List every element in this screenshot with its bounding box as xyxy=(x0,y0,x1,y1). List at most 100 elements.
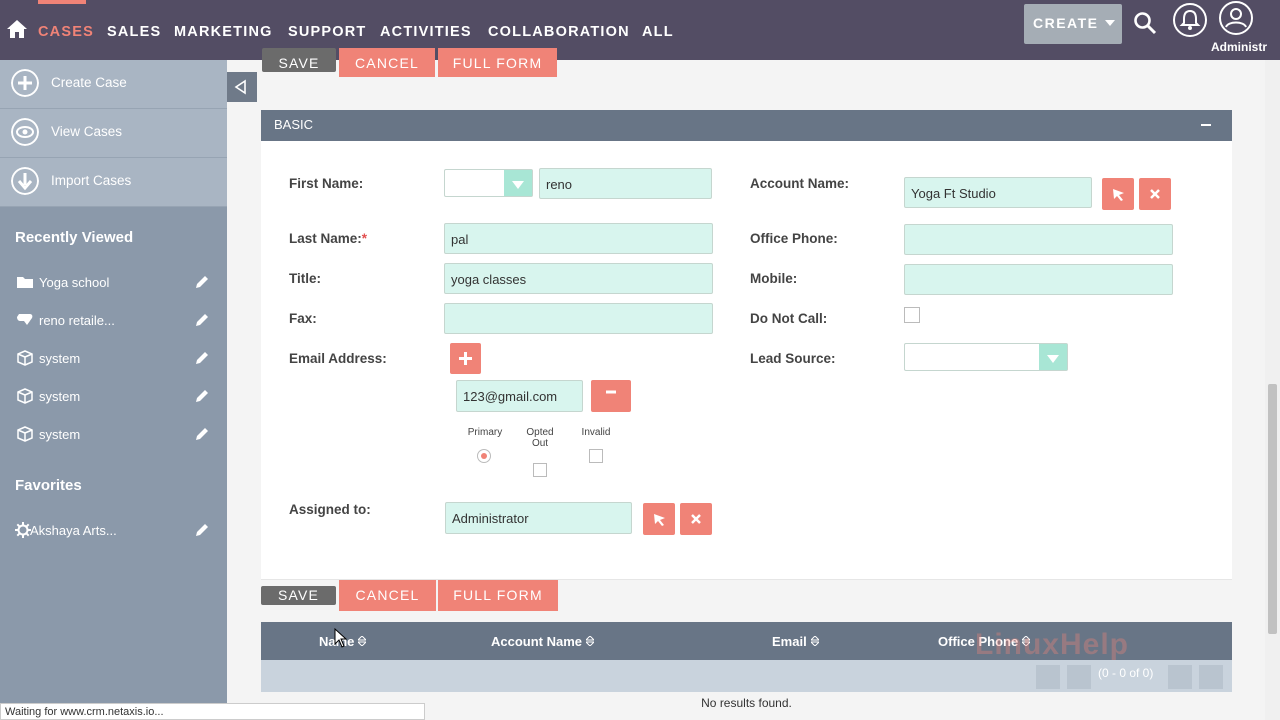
cube-icon xyxy=(17,388,33,404)
first-name-input[interactable]: reno xyxy=(539,168,712,199)
pencil-icon[interactable] xyxy=(194,522,210,538)
office-phone-input[interactable] xyxy=(904,224,1173,255)
first-page-button[interactable] xyxy=(1036,665,1060,689)
fax-input[interactable] xyxy=(444,303,713,334)
pencil-icon[interactable] xyxy=(194,274,210,290)
recently-viewed-item[interactable]: system xyxy=(0,344,227,374)
sidebar-collapse-toggle[interactable] xyxy=(227,72,257,102)
collapse-minus-icon[interactable] xyxy=(1201,124,1211,126)
last-page-button[interactable] xyxy=(1199,665,1223,689)
sidebar-action-create-case[interactable]: Create Case xyxy=(0,60,227,109)
recently-viewed-item[interactable]: Yoga school xyxy=(0,268,227,298)
sidebar-action-label: View Cases xyxy=(51,124,123,139)
last-name-label-text: Last Name: xyxy=(289,231,362,246)
close-icon xyxy=(1150,189,1160,199)
previous-page-button[interactable] xyxy=(1067,665,1091,689)
clear-assigned-button[interactable] xyxy=(680,503,712,535)
assigned-to-label: Assigned to: xyxy=(289,502,371,517)
fax-label: Fax: xyxy=(289,311,317,326)
opted-out-checkbox[interactable] xyxy=(533,463,547,477)
clear-account-button[interactable] xyxy=(1139,178,1171,210)
favorite-item[interactable]: Akshaya Arts... xyxy=(0,516,227,546)
download-arrow-icon xyxy=(11,167,39,195)
do-not-call-label: Do Not Call: xyxy=(750,311,828,326)
select-assigned-button[interactable] xyxy=(643,503,675,535)
cursor-select-icon xyxy=(654,514,665,526)
lead-tag-icon xyxy=(17,314,33,325)
select-account-button[interactable] xyxy=(1102,178,1134,210)
triangle-left-icon xyxy=(234,79,246,95)
full-form-button[interactable]: FULL FORM xyxy=(438,580,558,611)
mouse-pointer-icon xyxy=(334,628,348,648)
do-not-call-checkbox[interactable] xyxy=(904,307,920,323)
scrollbar-thumb[interactable] xyxy=(1268,384,1277,634)
assigned-to-input[interactable]: Administrator xyxy=(445,502,632,534)
required-asterisk: * xyxy=(361,231,368,246)
sidebar: Create Case View Cases Import Cases Rece… xyxy=(0,60,227,720)
recently-viewed-label: reno retaile... xyxy=(39,313,115,328)
column-header-email[interactable]: Email xyxy=(772,634,819,649)
title-input[interactable]: yoga classes xyxy=(444,263,713,294)
browser-status-bar: Waiting for www.crm.netaxis.io... xyxy=(0,703,425,720)
lead-source-select[interactable] xyxy=(904,343,1068,371)
recently-viewed-label: system xyxy=(39,389,81,404)
recently-viewed-title: Recently Viewed xyxy=(15,229,134,246)
add-email-button[interactable] xyxy=(450,343,481,374)
sort-icon xyxy=(810,636,819,646)
account-name-label: Account Name: xyxy=(750,176,850,191)
chevron-down-icon xyxy=(1039,344,1067,370)
column-header-label: Email xyxy=(772,634,807,649)
pencil-icon[interactable] xyxy=(194,388,210,404)
favorite-label: Akshaya Arts... xyxy=(30,523,117,538)
plus-icon xyxy=(459,352,472,365)
invalid-checkbox[interactable] xyxy=(589,449,603,463)
email-input[interactable]: 123@gmail.com xyxy=(456,380,583,412)
recently-viewed-label: system xyxy=(39,351,81,366)
cube-icon xyxy=(17,350,33,366)
sidebar-action-label: Create Case xyxy=(51,75,127,90)
invalid-label: Invalid xyxy=(581,427,611,438)
sidebar-action-import-cases[interactable]: Import Cases xyxy=(0,158,227,207)
sort-icon xyxy=(358,636,367,646)
opted-out-label: Opted Out xyxy=(520,427,560,449)
chevron-down-icon xyxy=(504,170,532,196)
recently-viewed-item[interactable]: reno retaile... xyxy=(0,306,227,336)
recently-viewed-label: Yoga school xyxy=(39,275,110,290)
pencil-icon[interactable] xyxy=(194,350,210,366)
recently-viewed-item[interactable]: system xyxy=(0,420,227,450)
primary-label: Primary xyxy=(467,427,503,438)
cube-icon xyxy=(17,426,33,442)
pencil-icon[interactable] xyxy=(194,312,210,328)
recently-viewed-item[interactable]: system xyxy=(0,382,227,412)
title-label: Title: xyxy=(289,271,322,286)
sort-icon xyxy=(586,636,595,646)
primary-radio[interactable] xyxy=(477,449,491,463)
salutation-select[interactable] xyxy=(444,169,533,197)
lead-source-label: Lead Source: xyxy=(750,351,836,366)
next-page-button[interactable] xyxy=(1168,665,1192,689)
email-address-label: Email Address: xyxy=(289,351,387,366)
pencil-icon[interactable] xyxy=(194,426,210,442)
basic-panel-header[interactable]: BASIC xyxy=(261,110,1232,141)
cursor-select-icon xyxy=(1113,189,1124,201)
last-name-input[interactable]: pal xyxy=(444,223,713,254)
save-button[interactable]: SAVE xyxy=(261,586,336,605)
opted-out-label-line2: Out xyxy=(531,438,549,449)
column-header-account-name[interactable]: Account Name xyxy=(491,634,595,649)
first-name-label: First Name: xyxy=(289,176,364,191)
cancel-button[interactable]: CANCEL xyxy=(339,580,436,611)
last-name-label: Last Name:* xyxy=(289,231,367,246)
folder-icon xyxy=(17,277,33,288)
column-header-label: Account Name xyxy=(491,634,583,649)
plus-icon xyxy=(11,69,39,97)
eye-icon xyxy=(11,118,39,146)
office-phone-label: Office Phone: xyxy=(750,231,838,246)
mobile-label: Mobile: xyxy=(750,271,798,286)
sidebar-action-view-cases[interactable]: View Cases xyxy=(0,109,227,158)
mobile-input[interactable] xyxy=(904,264,1173,295)
pagination-count: (0 - 0 of 0) xyxy=(1098,666,1154,680)
account-name-input[interactable]: Yoga Ft Studio xyxy=(904,177,1092,208)
remove-email-button[interactable] xyxy=(591,380,631,412)
close-icon xyxy=(691,514,701,524)
panel-title: BASIC xyxy=(274,117,314,132)
